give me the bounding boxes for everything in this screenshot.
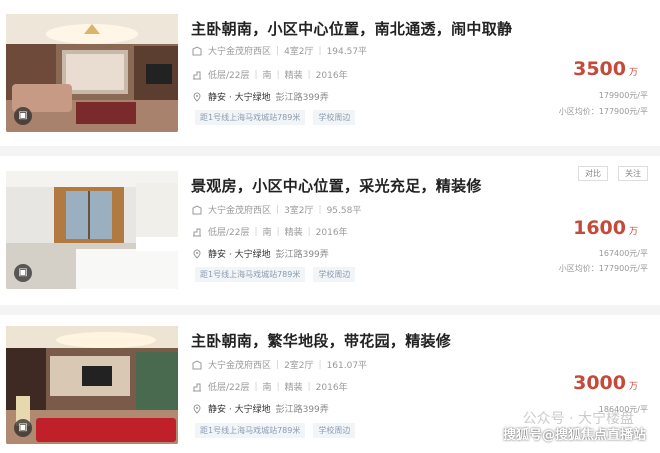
separator: | — [318, 359, 322, 370]
price-value: 1600 — [573, 217, 626, 239]
orientation: 南 — [262, 71, 272, 81]
section-divider — [0, 146, 660, 156]
watermark: 搜狐号@搜狐焦点直播站 — [502, 428, 646, 443]
price-unit: 万 — [628, 227, 638, 237]
house-layout-icon — [192, 204, 202, 215]
separator: | — [276, 45, 280, 56]
separator: | — [318, 45, 322, 56]
follow-button[interactable]: 关注 — [618, 166, 648, 181]
separator: | — [254, 69, 258, 80]
district[interactable]: 静安 · 大宁绿地 — [208, 402, 271, 415]
listing-photo[interactable]: ▣ — [6, 14, 178, 132]
tag-subway: 距1号线上海马戏城站789米 — [195, 423, 306, 438]
separator: | — [276, 69, 280, 80]
listing-title[interactable]: 主卧朝南，繁华地段，带花园，精装修 — [191, 330, 451, 351]
listing-photo[interactable]: ▣ — [6, 326, 178, 444]
info-row-floor: 低层/22层 | 南 | 精装 | 2016年 — [192, 68, 348, 81]
floor-icon — [192, 227, 202, 237]
total-price: 3000 万 — [573, 372, 638, 394]
separator: | — [254, 226, 258, 237]
location-pin-icon — [192, 404, 202, 414]
floor-area: 161.07平 — [326, 361, 368, 371]
orientation: 南 — [262, 228, 272, 238]
price-unit: 万 — [628, 382, 638, 392]
tag-school: 学校周边 — [313, 423, 356, 438]
district[interactable]: 静安 · 大宁绿地 — [208, 247, 271, 260]
address: 彭江路399弄 — [275, 250, 329, 260]
unit-price: 179900元/平 — [598, 91, 648, 100]
unit-price: 167400元/平 — [598, 249, 648, 258]
info-row-community: 大宁金茂府西区 | 4室2厅 | 194.57平 — [192, 44, 367, 57]
info-row-location: 静安 · 大宁绿地 彭江路399弄 — [192, 247, 329, 260]
floor-level: 低层/22层 — [208, 228, 250, 238]
decoration: 精装 — [284, 228, 303, 238]
house-layout-icon — [192, 45, 202, 56]
community-average-price: 小区均价：177900元/平 — [558, 107, 648, 116]
separator: | — [307, 381, 311, 392]
separator: | — [307, 69, 311, 80]
floor-level: 低层/22层 — [208, 383, 250, 393]
info-row-community: 大宁金茂府西区 | 2室2厅 | 161.07平 — [192, 358, 367, 371]
floor-icon — [192, 70, 202, 80]
location-pin-icon — [192, 249, 202, 259]
room-layout: 4室2厅 — [284, 47, 314, 57]
total-price: 1600 万 — [573, 217, 638, 239]
listing-title[interactable]: 主卧朝南，小区中心位置，南北通透，闹中取静 — [191, 18, 512, 39]
house-layout-icon — [192, 359, 202, 370]
section-divider — [0, 305, 660, 315]
tag-list: 距1号线上海马戏城站789米 学校周边 — [195, 267, 356, 282]
orientation: 南 — [262, 383, 272, 393]
price-unit: 万 — [628, 68, 638, 78]
build-year: 2016年 — [315, 383, 348, 393]
decoration: 精装 — [284, 383, 303, 393]
listing-title[interactable]: 景观房，小区中心位置，采光充足，精装修 — [191, 175, 482, 196]
price-value: 3500 — [573, 58, 626, 80]
separator: | — [276, 226, 280, 237]
photo-count-icon: ▣ — [14, 107, 32, 125]
tag-list: 距1号线上海马戏城站789米 学校周边 — [195, 110, 356, 125]
separator: | — [254, 381, 258, 392]
price-value: 3000 — [573, 372, 626, 394]
tag-school: 学校周边 — [313, 110, 356, 125]
photo-count-icon: ▣ — [14, 264, 32, 282]
separator: | — [318, 204, 322, 215]
photo-count-icon: ▣ — [14, 419, 32, 437]
separator: | — [276, 359, 280, 370]
separator: | — [276, 381, 280, 392]
compare-button[interactable]: 对比 — [578, 166, 608, 181]
district[interactable]: 静安 · 大宁绿地 — [208, 90, 271, 103]
build-year: 2016年 — [315, 228, 348, 238]
decoration: 精装 — [284, 71, 303, 81]
tag-subway: 距1号线上海马戏城站789米 — [195, 267, 306, 282]
info-row-floor: 低层/22层 | 南 | 精装 | 2016年 — [192, 225, 348, 238]
build-year: 2016年 — [315, 71, 348, 81]
room-layout: 2室2厅 — [284, 361, 314, 371]
info-row-location: 静安 · 大宁绿地 彭江路399弄 — [192, 90, 329, 103]
listing-card[interactable]: ▣ 景观房，小区中心位置，采光充足，精装修 大宁金茂府西区 | 3室2厅 | 9… — [0, 171, 660, 311]
address: 彭江路399弄 — [275, 93, 329, 103]
floor-icon — [192, 382, 202, 392]
info-row-floor: 低层/22层 | 南 | 精装 | 2016年 — [192, 380, 348, 393]
community-name[interactable]: 大宁金茂府西区 — [208, 203, 271, 216]
total-price: 3500 万 — [573, 58, 638, 80]
floor-level: 低层/22层 — [208, 71, 250, 81]
community-name[interactable]: 大宁金茂府西区 — [208, 358, 271, 371]
tag-list: 距1号线上海马戏城站789米 学校周边 — [195, 423, 356, 438]
tag-school: 学校周边 — [313, 267, 356, 282]
listing-card[interactable]: ▣ 主卧朝南，小区中心位置，南北通透，闹中取静 大宁金茂府西区 | 4室2厅 |… — [0, 14, 660, 154]
info-row-community: 大宁金茂府西区 | 3室2厅 | 95.58平 — [192, 203, 361, 216]
address: 彭江路399弄 — [275, 405, 329, 415]
listing-photo[interactable]: ▣ — [6, 171, 178, 289]
community-name[interactable]: 大宁金茂府西区 — [208, 44, 271, 57]
community-average-price: 小区均价：177900元/平 — [558, 264, 648, 273]
tag-subway: 距1号线上海马戏城站789米 — [195, 110, 306, 125]
info-row-location: 静安 · 大宁绿地 彭江路399弄 — [192, 402, 329, 415]
room-layout: 3室2厅 — [284, 206, 314, 216]
location-pin-icon — [192, 92, 202, 102]
separator: | — [307, 226, 311, 237]
floor-area: 95.58平 — [326, 206, 362, 216]
floor-area: 194.57平 — [326, 47, 368, 57]
separator: | — [276, 204, 280, 215]
